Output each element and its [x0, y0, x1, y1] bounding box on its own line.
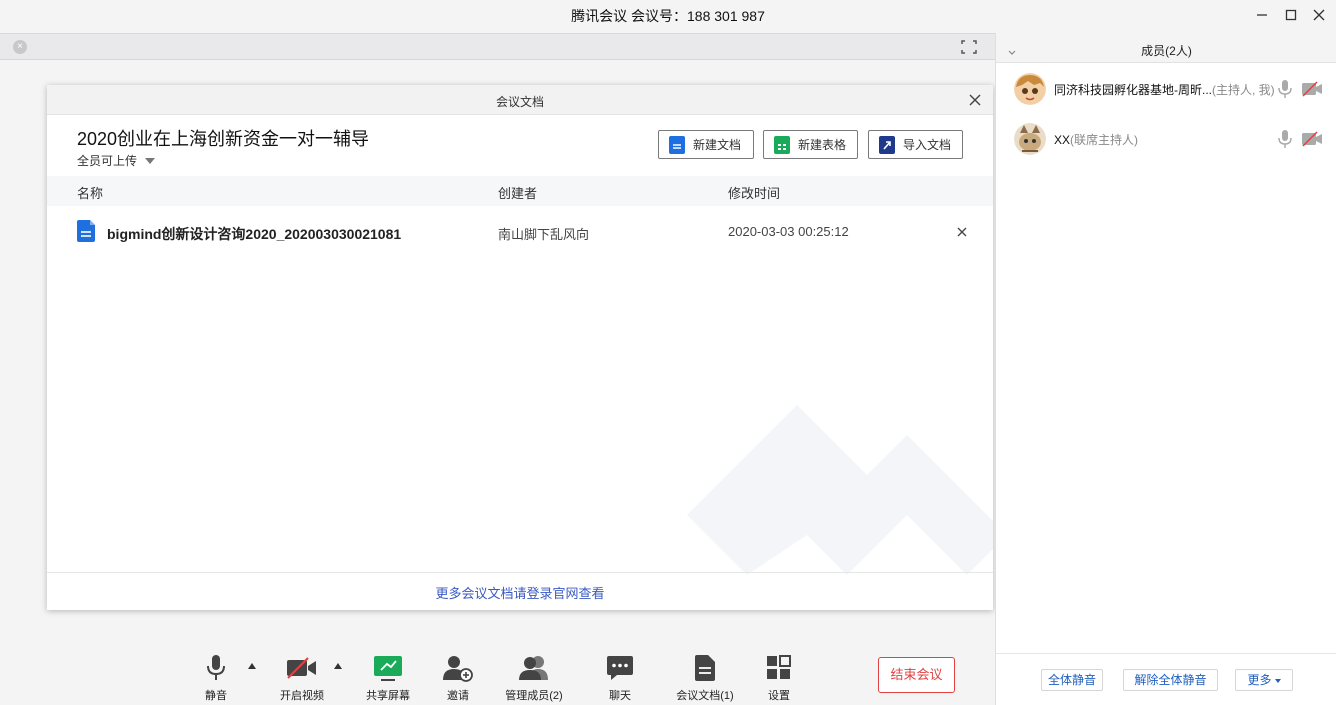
settings-label: 设置: [768, 690, 790, 702]
chat-icon: [602, 652, 638, 684]
tencent-meeting-watermark-icon: [687, 405, 993, 575]
table-row[interactable]: bigmind创新设计咨询2020_202003030021081 南山脚下乱风…: [47, 212, 993, 252]
member-name-label: XX(联席主持人): [1054, 131, 1138, 148]
new-sheet-button[interactable]: 新建表格: [763, 130, 858, 159]
delete-file-icon[interactable]: [955, 225, 969, 239]
member-name: XX: [1054, 133, 1071, 147]
invite-button[interactable]: 邀请: [418, 652, 498, 704]
meeting-docs-dialog: 会议文档 2020创业在上海创新资金一对一辅导 全员可上传 新建文档 新建表格 …: [47, 85, 993, 610]
doc-file-icon: [77, 220, 95, 242]
unmute-all-button[interactable]: 解除全体静音: [1123, 669, 1218, 691]
upload-permission-dropdown[interactable]: 全员可上传: [77, 152, 156, 169]
dialog-title: 会议文档: [495, 95, 544, 109]
import-doc-label: 导入文档: [903, 138, 952, 152]
audio-options-arrow-icon[interactable]: [248, 663, 256, 669]
members-panel-header: 成员(2人): [996, 33, 1336, 63]
share-screen-button[interactable]: 共享屏幕: [348, 652, 428, 704]
video-off-icon: [284, 652, 320, 684]
dropdown-caret-icon: [145, 158, 156, 164]
microphone-muted-icon[interactable]: [1278, 129, 1292, 149]
avatar: [1014, 73, 1046, 105]
file-table-header: 名称 创建者 修改时间: [47, 176, 993, 206]
file-name[interactable]: bigmind创新设计咨询2020_202003030021081: [107, 224, 401, 244]
minimize-icon[interactable]: [1250, 4, 1274, 26]
strip-close-icon[interactable]: ×: [13, 40, 27, 54]
members-panel-title: 成员(2人): [1141, 44, 1192, 58]
file-modified-time: 2020-03-03 00:25:12: [728, 224, 849, 239]
permission-label: 全员可上传: [77, 154, 138, 168]
maximize-icon[interactable]: [1279, 4, 1303, 26]
member-role: (主持人, 我): [1212, 83, 1275, 97]
file-creator: 南山脚下乱风向: [498, 227, 590, 242]
manage-members-label: 管理成员(2): [505, 690, 563, 702]
more-button[interactable]: 更多: [1235, 669, 1293, 691]
share-screen-icon: [370, 652, 406, 684]
video-strip-bar: ×: [0, 33, 995, 60]
column-creator[interactable]: 创建者: [498, 183, 537, 202]
video-label: 开启视频: [280, 690, 324, 702]
doc-icon: [669, 135, 685, 154]
more-docs-link[interactable]: 更多会议文档请登录官网查看: [435, 586, 604, 601]
sheet-icon: [774, 135, 790, 154]
microphone-muted-icon[interactable]: [1278, 79, 1292, 99]
mute-all-button[interactable]: 全体静音: [1041, 669, 1103, 691]
member-row[interactable]: 同济科技园孵化器基地-周昕...(主持人, 我): [996, 69, 1336, 109]
invite-icon: [440, 652, 476, 684]
members-panel-footer: 全体静音 解除全体静音 更多: [996, 653, 1336, 705]
dialog-close-icon[interactable]: [965, 90, 985, 110]
settings-grid-icon: [761, 652, 797, 684]
member-name: 同济科技园孵化器基地-周昕...: [1054, 83, 1212, 97]
members-icon: [516, 652, 552, 684]
import-doc-button[interactable]: 导入文档: [868, 130, 963, 159]
more-caret-icon: [1274, 678, 1281, 683]
member-role: (联席主持人): [1070, 133, 1139, 147]
end-meeting-button[interactable]: 结束会议: [878, 657, 955, 693]
chat-label: 聊天: [609, 690, 631, 702]
meeting-docs-button[interactable]: 会议文档(1): [665, 652, 745, 704]
camera-off-icon[interactable]: [1301, 131, 1323, 147]
share-screen-label: 共享屏幕: [366, 690, 410, 702]
meeting-doc-name: 2020创业在上海创新资金一对一辅导: [77, 129, 370, 149]
close-icon[interactable]: [1307, 4, 1331, 26]
window-title: 腾讯会议 会议号：188 301 987: [571, 8, 765, 24]
invite-label: 邀请: [447, 690, 469, 702]
video-button[interactable]: 开启视频: [262, 652, 342, 704]
manage-members-button[interactable]: 管理成员(2): [494, 652, 574, 704]
member-row[interactable]: XX(联席主持人): [996, 119, 1336, 159]
member-name-label: 同济科技园孵化器基地-周昕...(主持人, 我): [1054, 81, 1275, 98]
camera-off-icon[interactable]: [1301, 81, 1323, 97]
video-options-arrow-icon[interactable]: [334, 663, 342, 669]
new-sheet-label: 新建表格: [798, 138, 847, 152]
column-name[interactable]: 名称: [77, 183, 103, 202]
dialog-header: 会议文档: [47, 85, 993, 115]
more-label: 更多: [1247, 673, 1272, 687]
title-bar: 腾讯会议 会议号：188 301 987: [0, 0, 1336, 32]
chat-button[interactable]: 聊天: [580, 652, 660, 704]
new-doc-button[interactable]: 新建文档: [658, 130, 754, 159]
avatar: [1014, 123, 1046, 155]
members-panel: 成员(2人) 同济科技园孵化器基地-周昕...(主持人, 我) XX(联席主持人…: [995, 33, 1336, 705]
document-icon: [687, 652, 723, 684]
fullscreen-icon[interactable]: [960, 39, 978, 55]
new-doc-label: 新建文档: [693, 138, 742, 152]
microphone-icon: [198, 652, 234, 684]
dialog-footer: 更多会议文档请登录官网查看: [47, 572, 993, 610]
mute-button[interactable]: 静音: [176, 652, 256, 704]
settings-button[interactable]: 设置: [739, 652, 819, 704]
column-modified[interactable]: 修改时间: [728, 183, 780, 202]
meeting-docs-label: 会议文档(1): [676, 690, 734, 702]
mute-label: 静音: [205, 690, 227, 702]
import-icon: [879, 135, 895, 154]
